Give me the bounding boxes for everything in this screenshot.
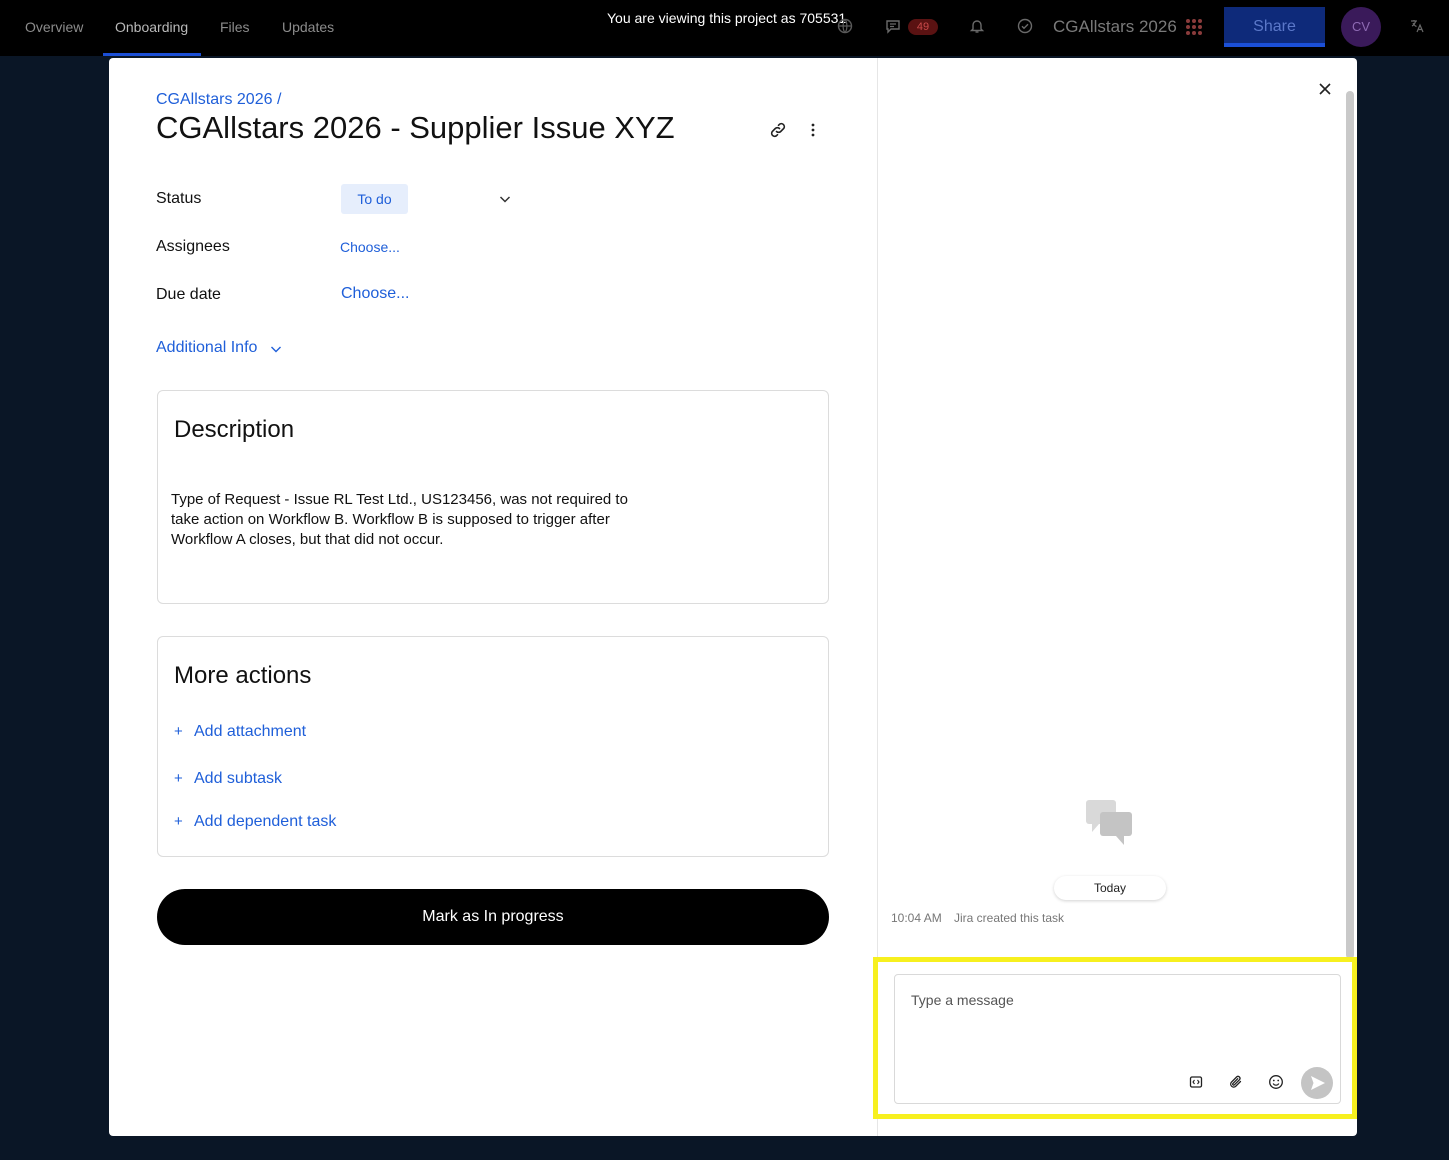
activity-entry: Jira created this task — [954, 911, 1065, 925]
message-input[interactable] — [911, 992, 1321, 1042]
chevron-down-icon[interactable] — [498, 192, 512, 206]
assignees-label: Assignees — [156, 238, 230, 255]
code-block-icon[interactable] — [1188, 1074, 1204, 1090]
description-text[interactable]: Type of Request - Issue RL Test Ltd., US… — [171, 490, 671, 550]
share-button[interactable]: Share — [1224, 7, 1325, 47]
emoji-icon[interactable] — [1268, 1074, 1284, 1090]
assignees-choose-link[interactable]: Choose... — [340, 239, 400, 255]
activity-scrollbar[interactable] — [1346, 91, 1354, 959]
tab-overview[interactable]: Overview — [25, 0, 83, 56]
due-date-label: Due date — [156, 286, 221, 303]
send-icon — [1311, 1076, 1325, 1090]
mark-in-progress-button[interactable]: Mark as In progress — [157, 889, 829, 945]
add-subtask-label: Add subtask — [194, 770, 283, 787]
description-line: Workflow A closes, but that did not occu… — [171, 531, 444, 548]
tab-onboarding[interactable]: Onboarding — [103, 0, 201, 56]
due-date-choose-link[interactable]: Choose... — [341, 285, 409, 303]
chevron-down-icon[interactable] — [269, 342, 283, 356]
more-actions-title: More actions — [174, 662, 312, 689]
bell-icon[interactable] — [968, 18, 986, 36]
globe-icon[interactable] — [836, 18, 854, 36]
plus-icon: + — [174, 723, 183, 740]
task-modal: CGAllstars 2026 / CGAllstars 2026 - Supp… — [109, 58, 1357, 1136]
additional-info-toggle[interactable]: Additional Info — [156, 339, 257, 357]
breadcrumb[interactable]: CGAllstars 2026 / — [156, 91, 281, 109]
status-label: Status — [156, 190, 202, 207]
add-dependent-task-button[interactable]: + Add dependent task — [174, 813, 336, 831]
project-name[interactable]: CGAllstars 2026 — [1053, 17, 1177, 37]
close-icon[interactable] — [1316, 80, 1334, 98]
message-composer[interactable] — [894, 974, 1341, 1104]
plus-icon: + — [174, 770, 183, 787]
description-card: Description Type of Request - Issue RL T… — [157, 390, 829, 604]
description-title: Description — [174, 416, 295, 443]
link-icon[interactable] — [767, 119, 789, 141]
comments-count-badge: 49 — [908, 19, 938, 35]
status-dropdown[interactable]: To do — [341, 184, 408, 214]
add-subtask-button[interactable]: + Add subtask — [174, 770, 282, 788]
date-divider-pill: Today — [1054, 876, 1166, 900]
top-bar: Overview Onboarding Files Updates You ar… — [0, 0, 1449, 56]
add-attachment-button[interactable]: + Add attachment — [174, 723, 306, 741]
comment-icon[interactable] — [884, 18, 902, 36]
plus-icon: + — [174, 813, 183, 830]
paperclip-icon[interactable] — [1228, 1074, 1244, 1090]
viewing-as-banner: You are viewing this project as 705531 — [607, 10, 847, 26]
tab-updates[interactable]: Updates — [282, 0, 334, 56]
avatar[interactable]: CV — [1341, 7, 1381, 47]
add-dependent-task-label: Add dependent task — [194, 813, 337, 830]
chat-bubbles-icon — [1084, 798, 1134, 848]
check-circle-icon[interactable] — [1016, 18, 1034, 36]
apps-grid-icon[interactable] — [1186, 19, 1202, 35]
task-details-pane: CGAllstars 2026 / CGAllstars 2026 - Supp… — [109, 58, 877, 1136]
translate-icon[interactable] — [1408, 18, 1426, 36]
more-options-icon[interactable] — [809, 119, 817, 141]
tab-files[interactable]: Files — [220, 0, 250, 56]
task-title: CGAllstars 2026 - Supplier Issue XYZ — [156, 110, 675, 145]
add-attachment-label: Add attachment — [194, 723, 307, 740]
more-actions-card: More actions + Add attachment + Add subtas… — [157, 636, 829, 857]
activity-timestamp: 10:04 AM — [891, 911, 942, 925]
send-button[interactable] — [1301, 1067, 1333, 1099]
description-line: Type of Request - Issue RL Test Ltd., US… — [171, 491, 628, 508]
description-line: take action on Workflow B. Workflow B is… — [171, 511, 610, 528]
